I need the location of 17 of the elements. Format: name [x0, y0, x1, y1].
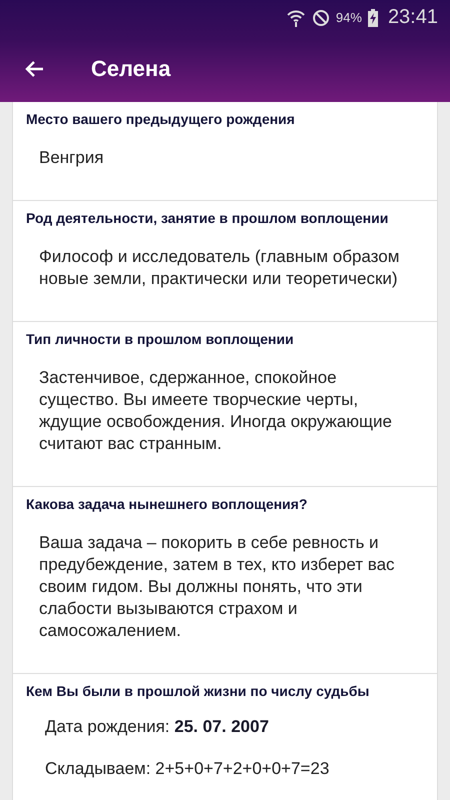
section-text: Застенчивое, сдержанное, спокойное существо. Вы имеете творческие черты, ждущие освобождения. Иногда окружающие считают вас странным.	[39, 367, 393, 455]
screen-title: Селена	[91, 56, 171, 82]
section-text: Венгрия	[39, 147, 105, 169]
section-text: Дата рождения: 25. 07. 2007	[45, 716, 270, 738]
wifi-icon	[286, 8, 306, 28]
section-text: Складываем: 2+5+0+7+2+0+0+7=23	[45, 758, 330, 780]
section-heading: Кем Вы были в прошлой жизни по числу судьбы	[26, 682, 370, 700]
blocked-icon	[312, 8, 330, 26]
section-heading: Место вашего предыдущего рождения	[26, 110, 296, 128]
section-text: Ваша задача – покорить в себе ревность и предубеждение, затем в тех, кто изберет вас своим гидом. Вы должны понять, что эти слабости вызываются страхом и самосожалением.	[39, 532, 396, 642]
section-heading: Какова задача нынешнего воплощения?	[26, 495, 308, 513]
battery-charging-icon	[368, 8, 378, 26]
section-heading: Род деятельности, занятие в прошлом воплощении	[26, 209, 390, 227]
battery-percent: 94%	[336, 10, 362, 25]
section-heading: Тип личности в прошлом воплощении	[26, 330, 295, 348]
clock-time: 23:41	[388, 6, 438, 29]
section-text: Философ и исследователь (главным образом новые земли, практически или теоретически)	[39, 246, 400, 290]
